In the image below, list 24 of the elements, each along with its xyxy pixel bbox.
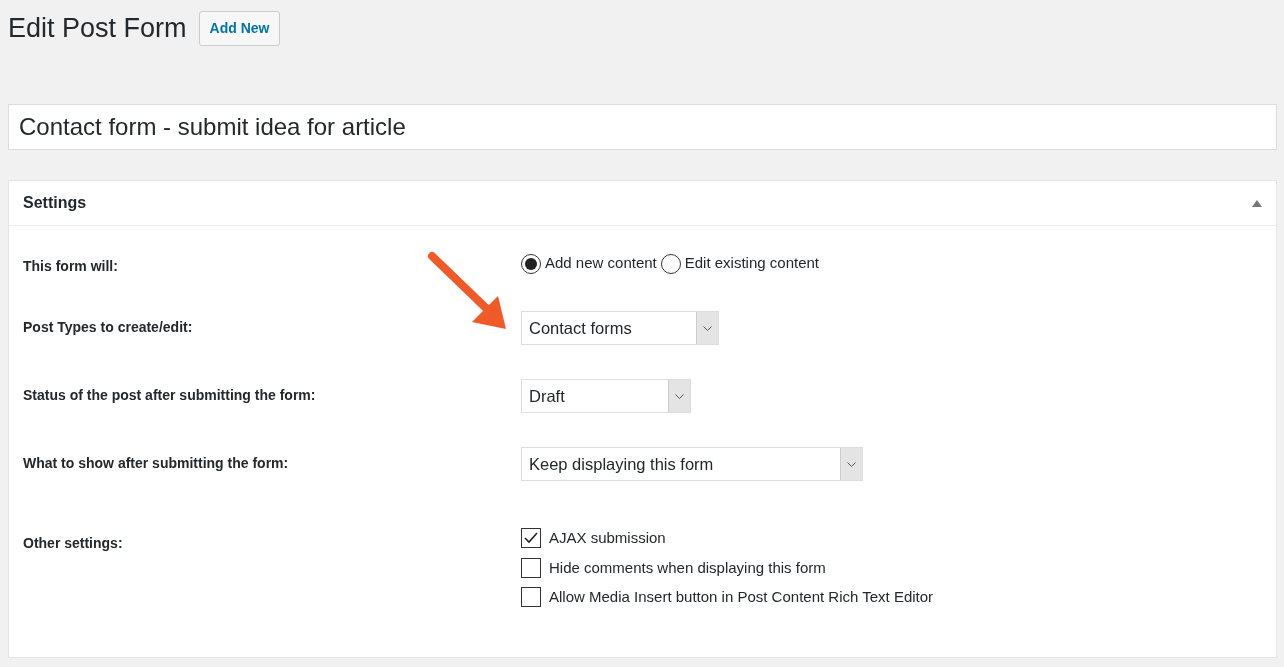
panel-title: Settings <box>23 193 87 213</box>
field-label: What to show after submitting the form: <box>23 454 290 473</box>
dropdown[interactable]: Contact forms <box>521 311 719 345</box>
option-label: Allow Media Insert button in Post Content Rich Text Editor <box>549 587 934 607</box>
option-label: AJAX submission <box>549 528 666 548</box>
option-label: Edit existing content <box>684 253 819 274</box>
option-label: Hide comments when displaying this form <box>549 557 826 578</box>
checkbox[interactable] <box>521 587 541 608</box>
field-label: Status of the post after submitting the form: <box>23 386 317 405</box>
field-label: This form will: <box>23 257 119 276</box>
caret-icon <box>703 325 712 331</box>
checkbox[interactable] <box>521 557 541 578</box>
caret-icon <box>675 393 684 399</box>
dropdown[interactable]: Draft <box>521 379 691 413</box>
field-label: Post Types to create/edit: <box>23 318 194 337</box>
option-label: Add new content <box>545 253 657 274</box>
dropdown[interactable]: Keep displaying this form <box>521 447 863 481</box>
field-label: Other settings: <box>23 534 124 553</box>
caret-icon <box>847 461 856 467</box>
add-new-button[interactable]: Add New <box>198 10 281 46</box>
title-field[interactable]: Contact form - submit idea for article <box>8 104 1277 150</box>
collapse-toggle-icon[interactable] <box>1252 199 1262 207</box>
checkbox[interactable] <box>521 528 541 549</box>
page-title: Edit Post Form <box>8 11 187 45</box>
